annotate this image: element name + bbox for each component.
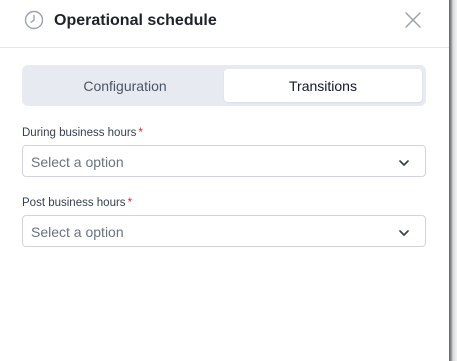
chevron-down-icon <box>398 156 410 168</box>
tab-switcher: Configuration Transitions <box>22 65 426 106</box>
chevron-down-icon <box>398 226 410 238</box>
panel-header: Operational schedule <box>0 0 449 48</box>
tab-transitions[interactable]: Transitions <box>224 69 422 102</box>
field-label-text: During business hours <box>22 127 137 139</box>
operational-schedule-panel: Operational schedule Configuration Trans… <box>0 0 449 361</box>
select-placeholder: Select a option <box>31 154 124 170</box>
tab-configuration[interactable]: Configuration <box>26 69 224 102</box>
select-placeholder: Select a option <box>31 224 124 240</box>
required-marker: * <box>127 197 133 209</box>
post-business-hours-label: Post business hours * <box>22 196 132 210</box>
panel-title: Operational schedule <box>54 12 217 29</box>
field-label-text: Post business hours <box>22 197 126 209</box>
during-business-hours-label: During business hours * <box>22 126 143 140</box>
during-business-hours-select[interactable]: Select a option <box>22 145 426 177</box>
close-icon[interactable] <box>403 10 423 30</box>
panel-edge-divider <box>449 0 457 361</box>
clock-icon <box>24 10 44 30</box>
post-business-hours-select[interactable]: Select a option <box>22 215 426 247</box>
required-marker: * <box>138 127 143 139</box>
